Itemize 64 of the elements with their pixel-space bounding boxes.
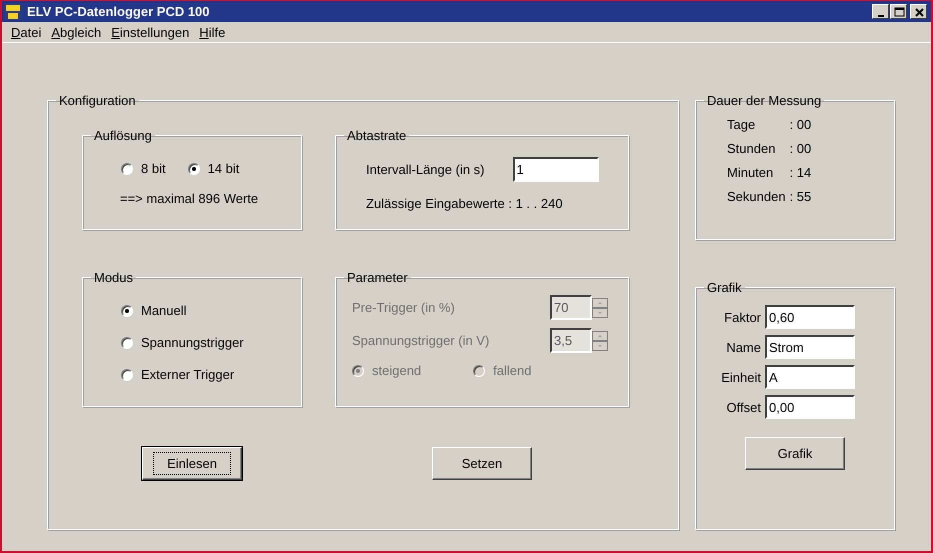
input-field[interactable]: 1: [512, 157, 598, 182]
input-field[interactable]: Strom: [765, 335, 855, 359]
radio-label: 14 bit: [208, 161, 240, 176]
duration-label: Minuten: [727, 165, 774, 180]
radio-option[interactable]: 14 bit: [188, 161, 240, 176]
radio-button[interactable]: [121, 162, 133, 174]
maximize-button[interactable]: [890, 4, 907, 19]
button[interactable]: Setzen: [432, 447, 532, 480]
radio-option[interactable]: Manuell: [121, 303, 301, 318]
radio-option[interactable]: Externer Trigger: [121, 367, 301, 382]
radio-label: Externer Trigger: [141, 367, 234, 382]
field-label: Einheit: [720, 370, 761, 384]
group-title: Grafik: [706, 280, 743, 295]
menu-item[interactable]: Abgleich: [46, 24, 106, 40]
field-label: Faktor: [723, 310, 761, 324]
radio-button[interactable]: [188, 162, 200, 174]
field-label: Offset: [726, 400, 761, 414]
radio-label: fallend: [493, 363, 532, 378]
spin-down-icon: [592, 340, 608, 350]
menu-item[interactable]: Datei: [6, 24, 46, 40]
duration-value: : 00: [790, 141, 812, 156]
radio-button[interactable]: [121, 368, 133, 380]
radio-label: Spannungstrigger: [141, 335, 244, 350]
duration-label: Stunden: [727, 141, 776, 156]
menu-item[interactable]: Hilfe: [194, 24, 230, 40]
duration-label: Sekunden: [727, 189, 786, 204]
minimize-button[interactable]: [872, 4, 889, 19]
info-text: Zulässige Eingabewerte : 1 . . 240: [365, 195, 564, 211]
group-title: Auflösung: [93, 128, 153, 143]
button[interactable]: Einlesen: [142, 447, 242, 480]
group-title: Abtastrate: [346, 128, 408, 143]
field-label: Spannungstrigger (in V): [352, 333, 490, 348]
spin-up-icon: [592, 298, 608, 308]
radio-option[interactable]: Spannungstrigger: [121, 335, 301, 350]
maximize-icon: [892, 6, 906, 18]
input-field[interactable]: A: [765, 365, 855, 389]
radio-label: 8 bit: [141, 161, 166, 176]
group-title: Modus: [93, 270, 134, 285]
button[interactable]: Grafik: [745, 437, 845, 470]
field-label: Intervall-Länge (in s): [366, 162, 484, 177]
duration-value: : 00: [790, 117, 812, 132]
radio-label: steigend: [372, 363, 422, 378]
duration-label: Tage: [727, 117, 756, 132]
spin-down-icon: [592, 308, 608, 318]
app-icon: [5, 4, 21, 20]
radio-button[interactable]: [121, 304, 133, 316]
info-text: ==> maximal 896 Werte: [119, 190, 260, 206]
menu-item[interactable]: Einstellungen: [106, 24, 194, 40]
field-label: Name: [725, 340, 761, 354]
group-title: Parameter: [346, 270, 409, 285]
duration-value: : 55: [790, 189, 812, 204]
window-title: ELV PC-Datenlogger PCD 100: [27, 4, 211, 19]
group-title: Dauer der Messung: [706, 93, 822, 108]
group-title: Konfiguration: [58, 93, 137, 108]
spin-up-icon: [592, 330, 608, 340]
radio-label: Manuell: [141, 303, 187, 318]
field-label: Pre-Trigger (in %): [352, 300, 455, 315]
radio-option[interactable]: 8 bit: [121, 161, 166, 176]
input-field[interactable]: 0,00: [765, 395, 855, 419]
minimize-icon: [878, 14, 884, 16]
close-button[interactable]: [910, 4, 927, 19]
input-field[interactable]: 0,60: [765, 305, 855, 329]
radio-button[interactable]: [121, 336, 133, 348]
duration-value: : 14: [790, 165, 812, 180]
